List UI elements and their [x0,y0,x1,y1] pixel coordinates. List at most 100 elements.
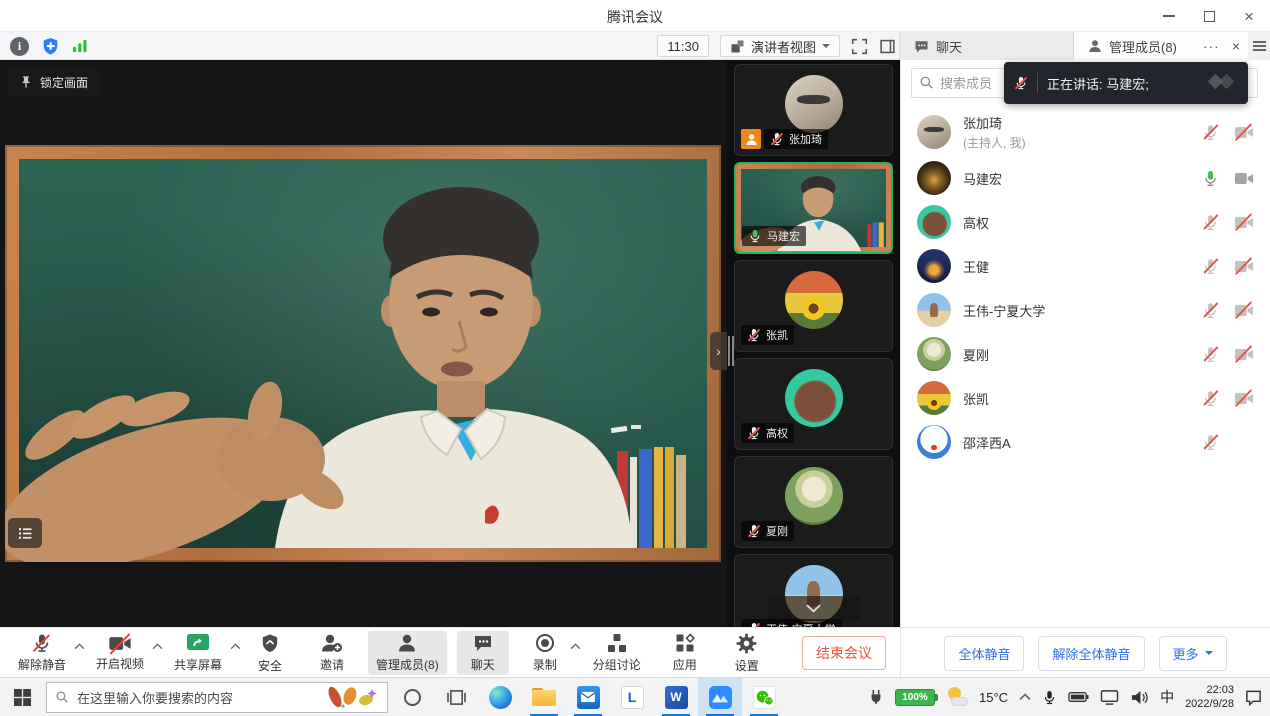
windows-logo-icon [14,689,31,706]
tab-chat[interactable]: 聊天 [900,32,1074,60]
tray-chevron-up-icon[interactable] [1019,693,1031,701]
camera-status-icon[interactable] [1234,303,1254,318]
taskbar-clock[interactable]: 22:03 2022/9/28 [1185,683,1234,711]
video-thumbnail-speaking[interactable]: 马建宏 [734,162,893,254]
video-options-chevron[interactable] [150,631,164,675]
video-thumbnail[interactable]: 王伟-宁夏大学 [734,554,893,627]
close-icon[interactable]: × [1240,7,1258,25]
member-row[interactable]: 邵泽西A [901,420,1270,464]
tray-speaker-icon[interactable] [1130,689,1149,706]
invite-button[interactable]: 邀请 [306,631,358,675]
close-panel-icon[interactable]: × [1232,38,1240,54]
video-thumbnail[interactable]: 张加琦 [734,64,893,156]
mic-status-icon[interactable] [1202,434,1219,451]
pin-view-button[interactable]: 锁定画面 [8,68,99,96]
camera-status-icon[interactable] [1234,125,1254,140]
action-center-icon[interactable] [1245,689,1262,706]
member-row[interactable]: 高权 [901,200,1270,244]
video-thumbnail[interactable]: 夏刚 [734,456,893,548]
start-video-button[interactable]: 开启视频 [88,631,152,675]
side-panel-icon[interactable] [879,38,896,55]
menu-icon[interactable] [1248,32,1270,60]
video-thumbnail[interactable]: 高权 [734,358,893,450]
taskbar-search[interactable]: 在这里输入你要搜索的内容 [46,682,388,713]
edge-button[interactable] [478,678,522,716]
settings-button[interactable]: 设置 [721,631,773,675]
mic-status-icon[interactable] [1202,124,1219,141]
temperature[interactable]: 15°C [979,690,1008,705]
camera-status-icon[interactable] [1234,391,1254,406]
mic-status-icon[interactable] [1202,302,1219,319]
view-mode-dropdown[interactable]: 演讲者视图 [720,35,840,57]
meeting-time[interactable]: 11:30 [657,35,709,57]
task-view-button[interactable] [434,678,478,716]
apps-button[interactable]: 应用 [659,631,711,675]
manage-members-button[interactable]: 管理成员(8) [368,631,447,675]
weather-icon[interactable] [946,687,968,707]
expand-filmstrip-button[interactable] [768,596,860,621]
minimize-icon[interactable] [1160,7,1178,25]
camera-status-icon[interactable] [1234,171,1254,186]
camera-status-icon[interactable] [1234,215,1254,230]
tencent-meeting-icon [709,686,732,709]
fullscreen-icon[interactable] [851,38,868,55]
ime-indicator[interactable]: 中 [1160,687,1174,707]
mic-status-icon[interactable] [1202,170,1219,187]
lenovo-app-button[interactable]: L [610,678,654,716]
wechat-button[interactable] [742,678,786,716]
collapse-filmstrip-handle[interactable]: › [710,332,727,370]
file-explorer-button[interactable] [522,678,566,716]
person-icon [1088,39,1102,53]
chat-icon [473,633,493,653]
mail-button[interactable] [566,678,610,716]
mic-status-icon[interactable] [1202,258,1219,275]
tab-members[interactable]: 管理成员(8) ··· × [1074,32,1248,60]
caption-list-button[interactable] [8,518,42,548]
word-button[interactable]: W [654,678,698,716]
member-row[interactable]: 夏刚 [901,332,1270,376]
battery-percent-widget[interactable]: 100% [895,689,935,706]
tray-mic-icon[interactable] [1042,690,1057,705]
member-name: 邵泽西A [963,433,1011,452]
cortana-button[interactable] [390,678,434,716]
mic-status-icon[interactable] [1202,346,1219,363]
members-icon [397,633,417,653]
shield-icon[interactable] [42,37,59,56]
more-options-icon[interactable]: ··· [1203,38,1220,54]
unmute-button[interactable]: 解除静音 [10,631,74,675]
member-row[interactable]: 马建宏 [901,156,1270,200]
member-row[interactable]: 王健 [901,244,1270,288]
mic-status-icon[interactable] [1202,390,1219,407]
security-button[interactable]: 安全 [244,631,296,675]
camera-status-icon[interactable] [1234,347,1254,362]
tray-display-icon[interactable] [1100,689,1119,706]
unmute-options-chevron[interactable] [72,631,86,675]
mute-all-button[interactable]: 全体静音 [944,636,1024,671]
record-options-chevron[interactable] [569,631,583,675]
member-row[interactable]: 张加琦 (主持人, 我) [901,108,1270,156]
mic-status-icon[interactable] [1202,214,1219,231]
end-meeting-button[interactable]: 结束会议 [802,636,886,670]
record-button[interactable]: 录制 [519,631,571,675]
tray-battery-icon[interactable] [1068,691,1089,703]
chat-button[interactable]: 聊天 [457,631,509,675]
plug-icon[interactable] [868,689,884,705]
share-screen-icon [186,633,210,653]
mic-active-icon [748,229,762,243]
member-row[interactable]: 张凯 [901,376,1270,420]
start-button[interactable] [0,678,44,716]
maximize-icon[interactable] [1200,7,1218,25]
more-button[interactable]: 更多 [1159,636,1227,671]
tencent-meeting-button[interactable] [698,678,742,716]
share-options-chevron[interactable] [228,631,242,675]
info-icon[interactable]: i [10,37,29,56]
video-thumbnail[interactable]: 张凯 [734,260,893,352]
network-signal-icon[interactable] [72,39,88,53]
unmute-all-button[interactable]: 解除全体静音 [1038,636,1144,671]
member-row[interactable]: 王伟-宁夏大学 [901,288,1270,332]
avatar [917,249,951,283]
share-screen-button[interactable]: 共享屏幕 [166,631,230,675]
members-panel: 正在讲话: 马建宏; 张加琦 (主持人, 我) [900,60,1270,627]
camera-status-icon[interactable] [1234,259,1254,274]
breakout-rooms-button[interactable]: 分组讨论 [585,631,649,675]
